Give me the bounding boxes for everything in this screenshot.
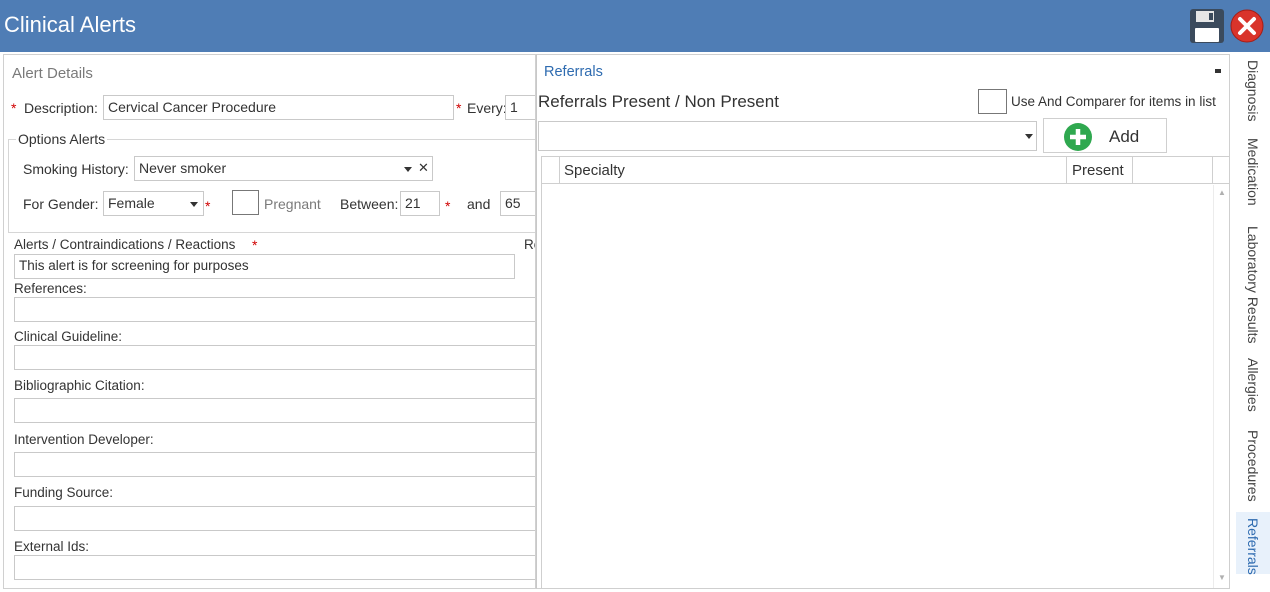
column-separator [1066,157,1067,184]
options-alerts-title: Options Alerts [16,131,108,147]
clinical-guideline-input[interactable] [14,345,535,370]
tab-medication[interactable]: Medication [1236,132,1270,216]
pregnant-label: Pregnant [264,196,321,212]
alert-details-title: Alert Details [12,65,93,82]
funding-source-input[interactable] [14,506,535,531]
smoking-history-label: Smoking History: [23,161,129,177]
table-header: Specialty Present [542,157,1229,184]
gender-label: For Gender: [23,196,99,212]
column-header-specialty[interactable]: Specialty [564,162,625,179]
every-label: Every: [467,100,507,116]
use-and-comparer-label: Use And Comparer for items in list [1011,94,1216,109]
alerts-contraindications-label: Alerts / Contraindications / Reactions [14,237,236,252]
clinical-guideline-label: Clinical Guideline: [14,329,123,344]
description-input[interactable]: Cervical Cancer Procedure [103,95,454,120]
gender-select[interactable]: Female [103,191,204,216]
options-alerts-group [8,139,535,233]
use-and-comparer-checkbox[interactable] [978,89,1007,114]
pin-icon[interactable] [1214,67,1222,75]
title-bar: Clinical Alerts [0,0,1270,52]
references-label: References: [14,281,87,296]
column-separator [1212,157,1213,184]
scroll-down-icon[interactable]: ▼ [1218,573,1226,582]
floppy-disk-icon [1190,9,1224,43]
scroll-up-icon[interactable]: ▲ [1218,188,1226,197]
vertical-scrollbar[interactable]: ▲ ▼ [1213,185,1229,588]
add-button-label: Add [1109,127,1140,146]
required-marker: * [456,100,462,116]
tab-diagnosis[interactable]: Diagnosis [1236,54,1270,126]
chevron-down-icon[interactable] [404,167,412,172]
referrals-table: Specialty Present ▲ ▼ [541,156,1230,589]
referrals-panel: Referrals Referrals Present / Non Presen… [536,54,1230,589]
chevron-down-icon[interactable] [1025,134,1033,139]
tab-referrals[interactable]: Referrals [1236,512,1270,575]
funding-source-label: Funding Source: [14,485,114,500]
intervention-developer-label: Intervention Developer: [14,432,154,447]
age-to-input[interactable]: 65 [500,191,535,216]
and-label: and [467,196,491,212]
tab-procedures[interactable]: Procedures [1236,424,1270,510]
required-marker: * [252,237,258,253]
pregnant-checkbox[interactable] [232,190,259,215]
side-tab-strip: Diagnosis Medication Laboratory Results … [1236,54,1270,592]
referrals-title: Referrals [544,64,603,80]
bibliographic-citation-input[interactable] [14,398,535,423]
smoking-history-value: Never smoker [139,160,227,176]
truncated-label: Re [524,237,535,252]
close-button[interactable] [1230,9,1264,43]
description-label: Description: [24,100,98,116]
external-ids-label: External Ids: [14,539,90,554]
alerts-contraindications-input[interactable]: This alert is for screening for purposes [14,254,515,279]
tab-laboratory-results[interactable]: Laboratory Results [1236,220,1270,346]
save-button[interactable] [1189,8,1225,44]
column-separator [1132,157,1133,184]
external-ids-input[interactable] [14,555,535,580]
every-input[interactable]: 1 [505,95,535,120]
age-from-input[interactable]: 21 [400,191,440,216]
alert-details-panel: Alert Details * Description: Cervical Ca… [3,54,536,589]
references-input[interactable] [14,297,535,322]
required-marker: * [205,198,211,214]
referral-select[interactable] [538,121,1037,151]
gender-value: Female [108,195,155,211]
smoking-history-select[interactable]: Never smoker [134,156,433,181]
intervention-developer-input[interactable] [14,452,535,477]
chevron-down-icon[interactable] [190,202,198,207]
required-marker: * [11,100,17,116]
column-separator [559,157,560,184]
close-icon [1230,9,1264,43]
required-marker: * [445,198,451,214]
add-button[interactable]: Add [1043,118,1167,153]
clear-icon[interactable]: ✕ [418,160,429,176]
plus-circle-icon [1064,123,1092,151]
tab-allergies[interactable]: Allergies [1236,352,1270,418]
referrals-heading: Referrals Present / Non Present [538,92,779,111]
column-header-present[interactable]: Present [1072,162,1124,179]
bibliographic-citation-label: Bibliographic Citation: [14,378,145,393]
window-title: Clinical Alerts [4,12,137,37]
between-label: Between: [340,196,399,212]
